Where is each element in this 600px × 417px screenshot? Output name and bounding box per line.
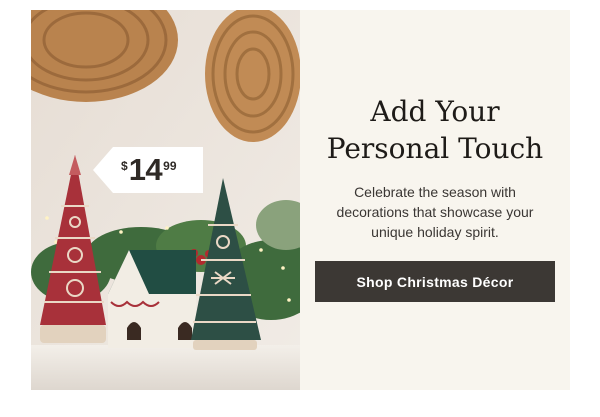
woven-basket-right [205,10,300,142]
shop-christmas-decor-button[interactable]: Shop Christmas Décor [315,261,555,302]
promo-text-panel: Add Your Personal Touch Celebrate the se… [300,10,570,390]
product-photo[interactable]: $ 14 99 [31,10,300,390]
price-tag: $ 14 99 [93,147,203,193]
promo-body-text: Celebrate the season with decorations th… [336,184,534,240]
headline-line-2: Personal Touch [326,132,544,165]
headline-line-1: Add Your [370,95,500,128]
shelf [31,345,300,390]
price-currency: $ [121,159,128,173]
christmas-decor-image [31,10,300,390]
price-dollars: 14 [128,152,163,187]
price-cents: 99 [163,159,177,173]
promo-banner[interactable]: $ 14 99 Add Your Personal Touch Celebrat… [31,10,570,390]
promo-headline: Add Your Personal Touch [300,93,570,167]
price-text: $ 14 99 [121,151,177,191]
